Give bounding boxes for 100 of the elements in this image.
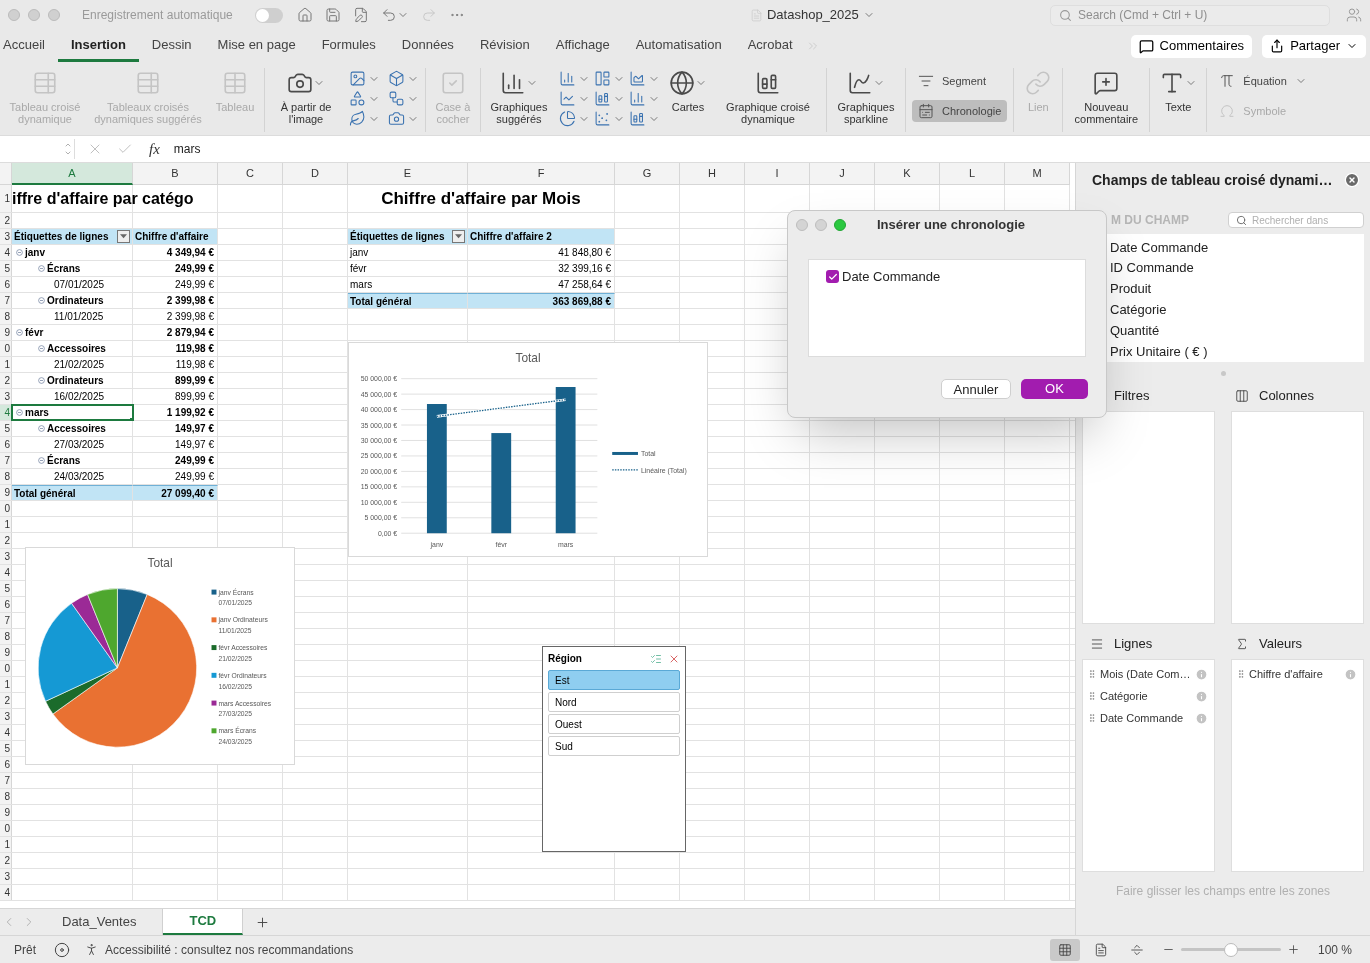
- table-cell[interactable]: 07/01/2025: [12, 277, 133, 292]
- row-header[interactable]: 3: [0, 549, 12, 564]
- drop-zone[interactable]: [1082, 411, 1215, 624]
- row-header[interactable]: 0: [0, 501, 12, 516]
- row-header[interactable]: 5: [0, 741, 12, 756]
- row-header[interactable]: 9: [0, 325, 12, 340]
- row-header[interactable]: 2: [0, 693, 12, 708]
- row-header[interactable]: 5: [0, 421, 12, 436]
- row-header[interactable]: 8: [0, 469, 12, 484]
- chart-icon[interactable]: [629, 90, 646, 107]
- row-header[interactable]: 4: [0, 405, 12, 420]
- row-header[interactable]: 7: [0, 773, 12, 788]
- table-cell[interactable]: Étiquettes de lignes: [348, 229, 468, 244]
- ribbon-button[interactable]: Graphique croisé dynamique: [716, 68, 820, 125]
- column-header[interactable]: I: [745, 163, 810, 185]
- row-header[interactable]: 2: [0, 213, 12, 228]
- cube-icon[interactable]: [388, 70, 405, 87]
- info-icon[interactable]: [1344, 667, 1357, 681]
- window-button[interactable]: [8, 9, 20, 21]
- info-icon[interactable]: [1195, 689, 1208, 703]
- row-header[interactable]: 5: [0, 581, 12, 596]
- table-cell[interactable]: mars: [348, 277, 468, 292]
- column-header[interactable]: G: [615, 163, 680, 185]
- row-header[interactable]: 6: [0, 437, 12, 452]
- table-cell[interactable]: janv: [348, 245, 468, 260]
- column-header[interactable]: M: [1005, 163, 1070, 185]
- ribbon-tab[interactable]: Accueil: [0, 30, 58, 62]
- cancel-button[interactable]: Annuler: [941, 379, 1011, 399]
- row-header[interactable]: 2: [0, 533, 12, 548]
- row-header[interactable]: 4: [0, 725, 12, 740]
- drag-handle-icon[interactable]: [1087, 713, 1097, 723]
- ribbon-button[interactable]: Graphiques sparkline: [833, 68, 899, 125]
- sheet-title[interactable]: Chiffre d'affaire par Mois: [348, 185, 615, 212]
- row-header[interactable]: 6: [0, 277, 12, 292]
- row-header[interactable]: 0: [0, 341, 12, 356]
- ribbon-button[interactable]: À partir de l'image: [271, 68, 341, 125]
- ribbon-button[interactable]: Segment: [912, 70, 1008, 92]
- row-header[interactable]: 0: [0, 661, 12, 676]
- row-header[interactable]: 6: [0, 597, 12, 612]
- row-header[interactable]: 2: [0, 373, 12, 388]
- row-header[interactable]: 3: [0, 229, 12, 244]
- down-icon[interactable]: [64, 149, 72, 157]
- resize-handle[interactable]: [1220, 370, 1226, 376]
- table-cell[interactable]: 24/03/2025: [12, 469, 133, 484]
- close-window-button[interactable]: [796, 219, 808, 231]
- function-button[interactable]: fx: [149, 137, 160, 161]
- ribbon-button[interactable]: Équation: [1213, 70, 1313, 92]
- row-header[interactable]: 1: [0, 185, 12, 212]
- slicer-item[interactable]: Sud: [548, 736, 680, 756]
- treemap-icon[interactable]: [594, 70, 611, 87]
- column-header[interactable]: F: [468, 163, 615, 185]
- row-header[interactable]: 8: [0, 789, 12, 804]
- column-header[interactable]: H: [680, 163, 745, 185]
- collapse-icon[interactable]: [38, 457, 45, 464]
- column-header[interactable]: J: [810, 163, 875, 185]
- info-icon[interactable]: [1195, 711, 1208, 725]
- row-header[interactable]: 7: [0, 453, 12, 468]
- up-icon[interactable]: [64, 141, 72, 149]
- ribbon-button[interactable]: Nouveau commentaire: [1069, 68, 1144, 125]
- row-header[interactable]: 6: [0, 757, 12, 772]
- field-item[interactable]: ID Commande: [1110, 257, 1364, 279]
- row-header[interactable]: 3: [0, 869, 12, 884]
- undo-icon[interactable]: [380, 7, 397, 23]
- row-header[interactable]: 8: [0, 309, 12, 324]
- minimize-window-button[interactable]: [815, 219, 827, 231]
- collapse-icon[interactable]: [38, 377, 45, 384]
- row-header[interactable]: 1: [0, 517, 12, 532]
- camera-icon[interactable]: [388, 110, 405, 127]
- ribbon-tab[interactable]: Affichage: [542, 30, 623, 62]
- accessibility-status[interactable]: Accessibilité : consultez nos recommandations: [105, 940, 354, 959]
- column-header[interactable]: K: [875, 163, 940, 185]
- multi-select-icon[interactable]: [650, 652, 662, 665]
- row-header[interactable]: 1: [0, 837, 12, 852]
- slicer-item[interactable]: Ouest: [548, 714, 680, 734]
- chart-icon[interactable]: [559, 70, 576, 87]
- field-item[interactable]: Prix Unitaire ( € ): [1110, 341, 1364, 362]
- drop-zone[interactable]: Mois (Date Com… Catégorie Date Commande: [1082, 659, 1215, 872]
- field-item[interactable]: Produit: [1110, 278, 1364, 300]
- zoom-slider[interactable]: [1180, 942, 1281, 957]
- people-icon[interactable]: [1346, 7, 1362, 23]
- slicer-item[interactable]: Nord: [548, 692, 680, 712]
- table-cell[interactable]: Étiquettes de lignes: [12, 229, 133, 244]
- home-icon[interactable]: [296, 7, 313, 23]
- leaf-icon[interactable]: [349, 110, 366, 127]
- row-header[interactable]: 5: [0, 261, 12, 276]
- column-header[interactable]: A: [12, 163, 133, 185]
- table-cell[interactable]: Écrans: [12, 261, 133, 276]
- ribbon-tab[interactable]: Dessin: [138, 30, 205, 62]
- area-field[interactable]: Date Commande: [1083, 710, 1214, 726]
- collapse-icon[interactable]: [38, 425, 45, 432]
- chart-icon[interactable]: [559, 90, 576, 107]
- pie-chart-icon[interactable]: [559, 110, 576, 127]
- ribbon-tab[interactable]: Formules: [308, 30, 389, 62]
- table-cell[interactable]: 27/03/2025: [12, 437, 133, 452]
- ribbon-tab[interactable]: Données: [388, 30, 467, 62]
- table-cell[interactable]: 16/02/2025: [12, 389, 133, 404]
- window-button[interactable]: [48, 9, 60, 21]
- ribbon-button[interactable]: Texte: [1156, 68, 1201, 113]
- zoom-window-button[interactable]: [834, 219, 846, 231]
- row-header[interactable]: 4: [0, 565, 12, 580]
